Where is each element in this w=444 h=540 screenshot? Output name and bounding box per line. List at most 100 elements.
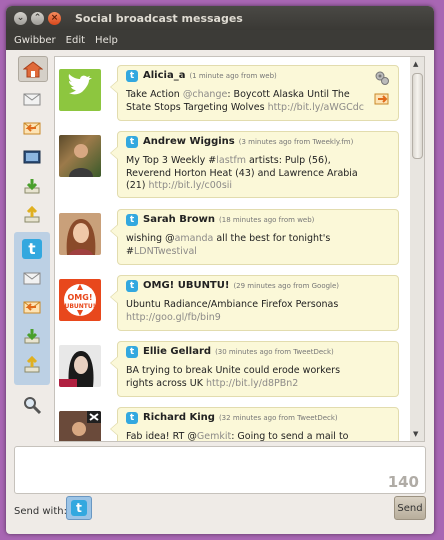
avatar[interactable] [59,213,101,255]
home-icon [23,61,43,78]
twitter-incoming-button[interactable] [18,324,46,348]
send-with-twitter-toggle[interactable]: t [66,496,92,520]
avatar[interactable]: OMG! UBUNTU! [59,279,101,321]
message-bubble: t OMG! UBUNTU! (29 minutes ago from Goog… [110,275,399,331]
window-title: Social broadcast messages [75,11,243,25]
download-icon [24,179,40,194]
message-author[interactable]: Sarah Brown [143,214,215,225]
message-text: Take Action @change: Boycott Alaska Unti… [126,89,366,114]
message-meta: (18 minutes ago from web) [219,216,315,224]
person-photo-icon [59,351,94,387]
message-bubble: t Sarah Brown (18 minutes ago from web) … [110,209,399,265]
search-icon [24,397,42,415]
message-mention[interactable]: lastfm [216,155,246,166]
list-item: OMG! UBUNTU! t OMG! UBUNTU! (29 minutes … [59,275,409,337]
messages-stream-button[interactable] [18,87,46,111]
replies-stream-button[interactable] [18,116,46,140]
twitter-bird-icon [68,74,92,95]
twitter-icon: t [71,500,87,516]
message-text: My Top 3 Weekly #lastfm artists: Pulp (5… [126,155,366,193]
reply-envelope-icon [23,301,41,314]
message-text: wishing @amanda all the best for tonight… [126,233,366,258]
twitter-messages-button[interactable] [18,266,46,290]
menu-help[interactable]: Help [95,35,118,46]
message-text: BA trying to break Unite could erode wor… [126,365,366,390]
incoming-stream-button[interactable] [18,174,46,198]
menu-bar: Gwibber Edit Help [6,30,434,50]
message-link[interactable]: http://goo.gl/fb/bin9 [126,312,221,323]
message-link[interactable]: http://bit.ly/aWGCdc [268,102,364,113]
twitter-icon: t [126,412,138,424]
twitter-outgoing-button[interactable] [18,353,46,377]
twitter-account-group: t [14,232,50,385]
message-mention[interactable]: amanda [175,233,214,244]
message-meta: (32 minutes ago from TweetDeck) [218,414,338,422]
upload-icon [24,356,40,373]
message-text-fragment: My Top 3 Weekly # [126,155,217,166]
twitter-icon: t [126,214,138,226]
twitter-account-button[interactable]: t [18,237,46,261]
message-author[interactable]: Andrew Wiggins [143,136,235,147]
message-mention[interactable]: LDNTwestival [134,246,197,257]
avatar[interactable] [59,135,101,177]
title-bar: ⌄ ⌃ × Social broadcast messages [6,6,434,30]
list-item: t Alicia_a (1 minute ago from web) Take … [59,65,409,127]
gears-icon[interactable] [374,70,390,86]
twitter-replies-button[interactable] [18,295,46,319]
maximize-button[interactable]: ⌃ [31,11,44,25]
person-photo-icon [69,144,93,177]
message-mention[interactable]: Gemkit [197,431,231,441]
message-actions [374,70,392,106]
images-stream-button[interactable] [18,145,46,169]
twitter-icon: t [22,239,42,259]
stream-scrollbar[interactable]: ▲ ▼ [410,56,425,442]
home-stream-button[interactable] [18,56,48,82]
message-mention[interactable]: @change [183,89,227,100]
message-link[interactable]: http://bit.ly/c00sii [149,180,233,191]
list-item: t Ellie Gellard (30 minutes ago from Twe… [59,341,409,403]
outgoing-stream-button[interactable] [18,203,46,227]
message-author[interactable]: Alicia_a [143,70,185,81]
message-bubble: t Alicia_a (1 minute ago from web) Take … [110,65,399,121]
svg-text:OMG!: OMG! [68,293,93,302]
avatar[interactable] [59,411,101,441]
message-author[interactable]: Ellie Gellard [143,346,211,357]
message-meta: (29 minutes ago from Google) [233,282,340,290]
search-button[interactable] [18,393,46,417]
send-with-label: Send with: [14,506,67,517]
character-count: 140 [387,473,419,491]
scroll-down-arrow-icon[interactable]: ▼ [413,430,418,438]
twitter-icon: t [126,280,138,292]
compose-input[interactable]: 140 [14,446,426,494]
message-bubble: t Andrew Wiggins (3 minutes ago from Twe… [110,131,399,198]
images-icon [23,150,41,164]
message-link[interactable]: http://bit.ly/d8PBn2 [206,378,298,389]
message-author[interactable]: Richard King [143,412,215,423]
close-button[interactable]: × [48,11,61,25]
reply-arrow-icon[interactable] [374,92,390,106]
stream-sidebar: t [14,56,50,436]
person-photo-icon [59,411,101,441]
message-text-fragment: Fab idea! RT @ [126,431,197,442]
menu-edit[interactable]: Edit [66,35,85,46]
person-photo-icon [66,219,96,255]
message-author[interactable]: OMG! UBUNTU! [143,280,229,291]
reply-envelope-icon [23,122,41,135]
minimize-button[interactable]: ⌄ [14,11,27,25]
scrollbar-thumb[interactable] [412,73,423,159]
avatar[interactable] [59,345,101,387]
menu-gwibber[interactable]: Gwibber [14,35,56,46]
message-stream: t Alicia_a (1 minute ago from web) Take … [54,56,412,442]
send-button[interactable]: Send [394,496,426,520]
twitter-icon: t [126,346,138,358]
list-item: t Richard King (32 minutes ago from Twee… [59,407,409,442]
omg-ubuntu-logo-icon: OMG! UBUNTU! [64,284,96,316]
message-text: Ubuntu Radiance/Ambiance Firefox Persona… [126,299,366,324]
scroll-up-arrow-icon[interactable]: ▲ [413,60,418,68]
upload-icon [24,206,40,223]
message-meta: (3 minutes ago from Tweekly.fm) [238,138,354,146]
list-item: t Andrew Wiggins (3 minutes ago from Twe… [59,131,409,198]
gwibber-window: ⌄ ⌃ × Social broadcast messages Gwibber … [6,6,434,534]
twitter-icon: t [126,136,138,148]
avatar[interactable] [59,69,101,111]
